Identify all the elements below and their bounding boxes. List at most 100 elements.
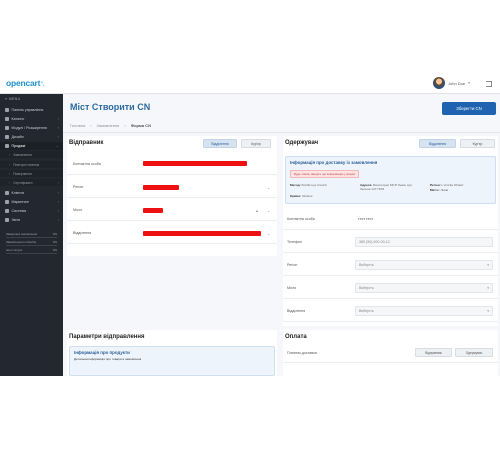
sidebar-item-marketing[interactable]: Маркетинг › bbox=[0, 198, 63, 206]
info-title: Інформація про продукти bbox=[74, 350, 130, 355]
chevron-down-icon[interactable]: ⌄ bbox=[267, 208, 270, 213]
chevron-down-icon: ⌄ bbox=[55, 144, 59, 148]
chevron-down-icon[interactable]: ⌄ bbox=[267, 185, 270, 190]
sidebar-item-catalog[interactable]: Каталог › bbox=[0, 115, 63, 123]
field-label: Відділення bbox=[287, 309, 306, 313]
redacted-value[interactable] bbox=[143, 185, 179, 190]
recipient-region-select[interactable]: Виберіть ▾ bbox=[355, 260, 493, 270]
shipment-title: Параметри відправлення bbox=[69, 334, 145, 340]
progress-bar bbox=[6, 245, 57, 246]
tag-icon bbox=[5, 117, 9, 121]
shipment-panel: Параметри відправлення Інформація про пр… bbox=[67, 330, 277, 376]
sender-city-row: Місто ▴ ⌄ bbox=[67, 199, 277, 221]
delivery-region: Регіон: L'vivs'ka Oblast' bbox=[430, 183, 464, 187]
sidebar-subitem-returns[interactable]: › Повернення bbox=[0, 170, 63, 177]
sidebar-item-dashboard[interactable]: Панель управління bbox=[0, 106, 63, 114]
delivery-country: Країна: Ukraine bbox=[290, 194, 313, 198]
opencart-logo[interactable]: opencartʽ˔ bbox=[6, 78, 45, 88]
gear-icon bbox=[5, 209, 9, 213]
sidebar-item-extensions[interactable]: Модулі / Розширення › bbox=[0, 124, 63, 132]
chevron-right-icon: › bbox=[57, 126, 59, 130]
clear-icon[interactable]: ▴ bbox=[256, 208, 258, 213]
delivery-city: Місто: Львів bbox=[430, 188, 449, 192]
sidebar-subitem-orders[interactable]: › Замовлення bbox=[0, 151, 63, 158]
sidebar-item-customers[interactable]: Клієнти › bbox=[0, 189, 63, 197]
payer-sender-button[interactable]: Відправник bbox=[415, 348, 452, 357]
delivery-address: Адреса: Багатолуки МСП Львів, вул. Зелен… bbox=[360, 183, 413, 191]
user-menu[interactable]: John Doe ▾ bbox=[433, 77, 470, 89]
save-cn-button[interactable]: Зберегти CN bbox=[442, 102, 496, 115]
puzzle-icon bbox=[5, 126, 9, 130]
chevron-right-icon: › bbox=[57, 117, 59, 121]
divider bbox=[63, 132, 500, 133]
field-label: Регіон bbox=[73, 185, 84, 189]
tab-recipient-courier[interactable]: Кур'єр bbox=[460, 139, 495, 148]
recipient-contact-input[interactable]: тест тест bbox=[355, 214, 493, 224]
warning-badge: Будь ласка, введіть цю інформацію у форм… bbox=[290, 170, 360, 178]
field-label: Регіон bbox=[287, 263, 298, 267]
monitor-icon bbox=[5, 135, 9, 139]
recipient-title: Одержувач bbox=[285, 140, 319, 146]
sender-contact-row: Контактна особа bbox=[67, 153, 277, 175]
chevron-right-icon: › bbox=[57, 209, 59, 213]
chevron-right-icon: › bbox=[57, 191, 59, 195]
sender-branch-row: Відділення ⌄ bbox=[67, 222, 277, 244]
progress-bar bbox=[6, 237, 57, 238]
recipient-contact-row: Контактна особа тест тест bbox=[283, 208, 498, 230]
main-content: Міст Створити CN Зберегти CN Головна › З… bbox=[63, 94, 500, 376]
breadcrumb-current: Форма CN bbox=[130, 123, 151, 128]
sidebar-item-reports[interactable]: Звіти › bbox=[0, 216, 63, 224]
sidebar-item-design[interactable]: Дизайн › bbox=[0, 133, 63, 141]
menu-heading[interactable]: ≡ MENU bbox=[5, 97, 20, 101]
share-icon bbox=[5, 200, 9, 204]
chevron-right-icon: › bbox=[57, 135, 59, 139]
field-label: Платник доставки bbox=[287, 351, 317, 355]
sidebar-item-sales[interactable]: Продажі ⌄ bbox=[0, 142, 63, 150]
breadcrumb-home[interactable]: Головна bbox=[70, 123, 85, 128]
payer-recipient-button[interactable]: Одержувач bbox=[455, 348, 493, 357]
sidebar-subitem-vouchers[interactable]: › Сертифікати › bbox=[0, 179, 63, 186]
sender-title: Відправник bbox=[69, 140, 104, 146]
sidebar-subitem-recurring[interactable]: › Повторні платежі bbox=[0, 161, 63, 168]
dashboard-icon bbox=[5, 108, 9, 112]
logout-icon[interactable] bbox=[486, 81, 492, 87]
payer-row: Платник доставки Відправник Одержувач bbox=[283, 343, 498, 363]
tab-recipient-branch[interactable]: Відділення bbox=[419, 139, 456, 148]
field-label: Контактна особа bbox=[287, 217, 315, 221]
info-title: Інформація про доставку із замовлення bbox=[290, 160, 378, 165]
avatar bbox=[433, 77, 445, 89]
sidebar: ≡ MENU Панель управління Каталог › Модулі… bbox=[0, 94, 63, 376]
redacted-value[interactable] bbox=[143, 161, 247, 166]
breadcrumb: Головна › Замовлення › Форма CN bbox=[70, 123, 151, 128]
tab-sender-courier[interactable]: Кур'єр bbox=[241, 139, 271, 148]
cart-icon bbox=[5, 144, 9, 148]
recipient-branch-select[interactable]: Виберіть ▾ bbox=[355, 306, 493, 316]
cart-logo-icon: ʽ˔ bbox=[41, 82, 45, 88]
field-label: Телефон bbox=[287, 240, 302, 244]
sender-panel: Відправник Відділення Кур'єр Контактна о… bbox=[67, 136, 277, 256]
order-status-stat: Завершені замовлення 0% bbox=[6, 232, 57, 238]
breadcrumb-orders[interactable]: Замовлення bbox=[97, 123, 120, 128]
page-title: Міст Створити CN bbox=[70, 102, 151, 112]
chevron-down-icon[interactable]: ⌄ bbox=[267, 231, 270, 236]
redacted-value[interactable] bbox=[143, 208, 163, 213]
delivery-info-box: Інформація про доставку із замовлення Бу… bbox=[285, 156, 496, 204]
sidebar-item-system[interactable]: Система › bbox=[0, 207, 63, 215]
chevron-down-icon: ▾ bbox=[487, 286, 489, 290]
tab-sender-branch[interactable]: Відділення bbox=[203, 139, 237, 148]
chart-icon bbox=[5, 218, 9, 222]
chevron-down-icon: ▾ bbox=[487, 309, 489, 313]
sender-region-row: Регіон ⌄ bbox=[67, 176, 277, 198]
chevron-down-icon: ▾ bbox=[487, 263, 489, 267]
info-text: Детальна інформація про товари в замовле… bbox=[74, 357, 142, 361]
chevron-down-icon: ▾ bbox=[468, 81, 470, 85]
field-label: Місто bbox=[73, 208, 83, 212]
user-icon bbox=[5, 191, 9, 195]
recipient-city-select[interactable]: Виберіть ▾ bbox=[355, 283, 493, 293]
recipient-city-row: Місто Виберіть ▾ bbox=[283, 277, 498, 299]
order-status-stat: Замовлення в обробці 0% bbox=[6, 240, 57, 246]
recipient-tabs: Відділення Кур'єр bbox=[419, 139, 495, 148]
redacted-value[interactable] bbox=[143, 231, 261, 236]
order-status-stat: Інші статуси 0% bbox=[6, 248, 57, 254]
recipient-phone-input[interactable]: 380 (50) 000-00-12 bbox=[355, 237, 493, 247]
